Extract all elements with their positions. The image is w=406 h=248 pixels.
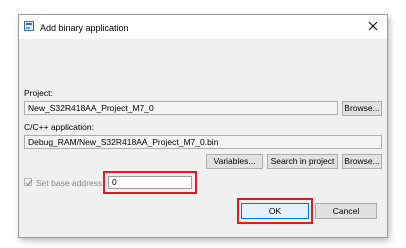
cancel-button[interactable]: Cancel: [315, 203, 377, 219]
close-button[interactable]: [365, 18, 381, 34]
application-icon: [24, 21, 34, 31]
project-label: Project:: [24, 88, 53, 98]
project-browse-button[interactable]: Browse...: [342, 101, 382, 116]
application-label: C/C++ application:: [24, 122, 94, 132]
base-address-highlight: [103, 171, 197, 194]
dialog-title: Add binary application: [40, 23, 129, 33]
application-field[interactable]: Debug_RAM/New_S32R418AA_Project_M7_0.bin: [24, 135, 382, 149]
set-base-address-checkbox[interactable]: [24, 178, 33, 186]
set-base-address-label: Set base address:: [36, 178, 105, 188]
search-in-project-button[interactable]: Search in project: [267, 154, 338, 169]
project-field[interactable]: New_S32R418AA_Project_M7_0: [24, 101, 338, 115]
ok-button-highlight: [237, 198, 313, 224]
variables-button[interactable]: Variables...: [206, 154, 263, 169]
application-browse-button[interactable]: Browse...: [342, 154, 382, 169]
add-binary-application-dialog: Add binary application Project: New_S32R…: [18, 14, 388, 238]
close-icon: [368, 21, 378, 31]
check-icon: [25, 179, 33, 186]
title-bar[interactable]: Add binary application: [19, 15, 387, 39]
